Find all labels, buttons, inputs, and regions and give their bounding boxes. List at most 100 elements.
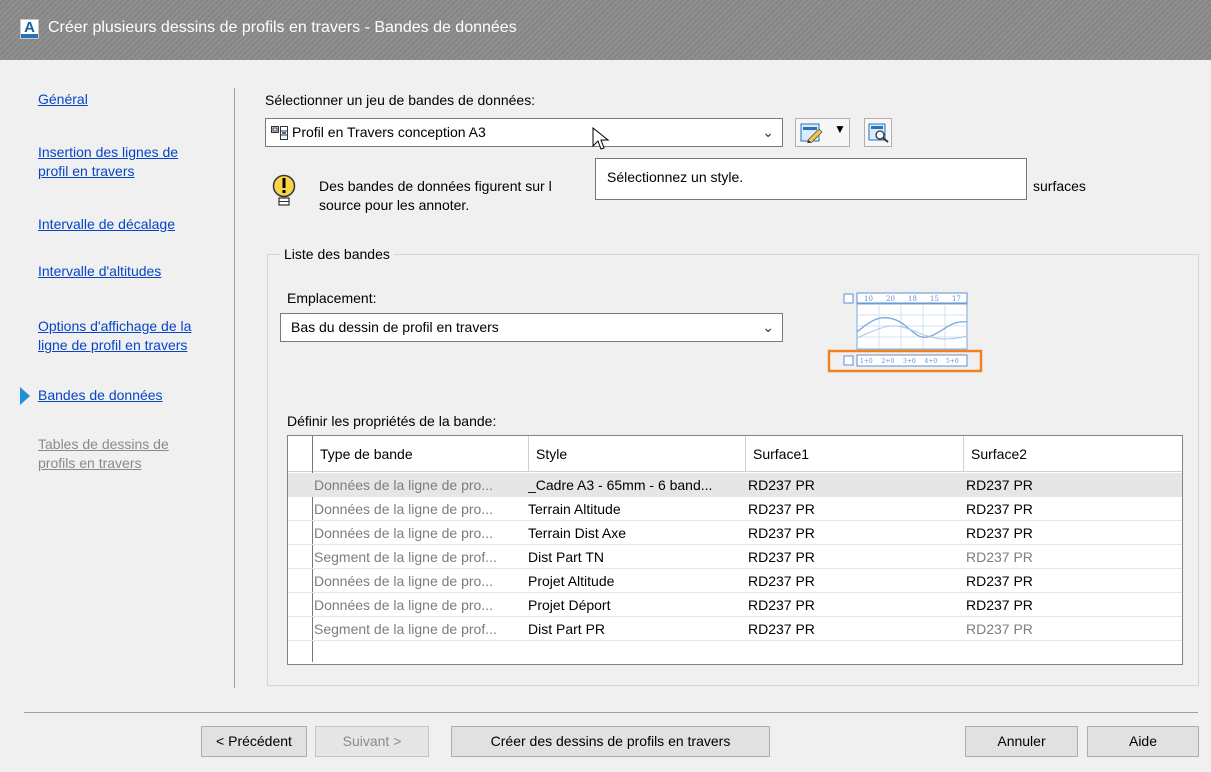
column-header-surface1[interactable]: Surface1 xyxy=(745,436,963,472)
cell-surface2[interactable]: RD237 PR xyxy=(966,545,1180,569)
footer-divider xyxy=(24,712,1198,713)
column-header-type[interactable]: Type de bande xyxy=(312,436,528,472)
preview-bottom-value: 4+0 xyxy=(925,358,938,365)
cell-style[interactable]: Dist Part PR xyxy=(528,617,743,641)
column-header-surface2[interactable]: Surface2 xyxy=(963,436,1182,472)
nav-item-1[interactable]: Insertion des lignes de profil en travers xyxy=(38,143,228,181)
preview-top-value: 20 xyxy=(886,295,895,303)
nav-item-label: Tables de dessins de xyxy=(38,436,169,452)
cell-surface2[interactable]: RD237 PR xyxy=(966,521,1180,545)
cell-style[interactable]: Dist Part TN xyxy=(528,545,743,569)
table-row[interactable]: Segment de la ligne de prof... Dist Part … xyxy=(288,617,1182,641)
cancel-button[interactable]: Annuler xyxy=(965,726,1078,757)
window-title: Créer plusieurs dessins de profils en tr… xyxy=(48,19,517,36)
nav-item-6: Tables de dessins de profils en travers xyxy=(38,435,228,473)
table-row[interactable]: Segment de la ligne de prof... Dist Part … xyxy=(288,545,1182,569)
back-button[interactable]: < Précédent xyxy=(201,726,307,757)
bandset-value: Profil en Travers conception A3 xyxy=(292,124,486,140)
chevron-down-icon: ⌄ xyxy=(762,124,774,140)
nav-item-2[interactable]: Intervalle de décalage xyxy=(38,215,228,234)
edit-style-dropdown-button[interactable]: ▼ xyxy=(795,118,850,147)
cell-surface1[interactable]: RD237 PR xyxy=(748,593,962,617)
preview-style-button[interactable] xyxy=(864,118,892,147)
preview-top-value: 18 xyxy=(908,295,917,303)
cell-band-type[interactable]: Segment de la ligne de prof... xyxy=(314,545,526,569)
cell-style[interactable]: _Cadre A3 - 65mm - 6 band... xyxy=(528,473,743,497)
band-location-preview: 10 20 18 15 17 1+0 2+0 3+0 4+0 5+0 xyxy=(827,292,983,373)
cell-style[interactable]: Projet Altitude xyxy=(528,569,743,593)
edit-style-icon xyxy=(800,123,823,143)
info-text-line1: Des bandes de données figurent sur l xyxy=(319,178,552,194)
next-button[interactable]: Suivant > xyxy=(315,726,429,757)
active-step-arrow-icon xyxy=(20,387,30,405)
cell-surface1[interactable]: RD237 PR xyxy=(748,473,962,497)
table-row[interactable]: Données de la ligne de pro... Terrain Alt… xyxy=(288,497,1182,521)
nav-item-label: Options d'affichage de la xyxy=(38,318,192,334)
table-row[interactable]: Données de la ligne de pro... Projet Alti… xyxy=(288,569,1182,593)
preview-top-value: 15 xyxy=(930,295,939,303)
cell-surface2[interactable]: RD237 PR xyxy=(966,497,1180,521)
magnifier-preview-icon xyxy=(868,123,889,143)
location-combo[interactable]: Bas du dessin de profil en travers ⌄ xyxy=(280,313,783,342)
nav-item-label: Bandes de données xyxy=(38,387,163,403)
cell-style[interactable]: Terrain Altitude xyxy=(528,497,743,521)
autocad-app-icon: A xyxy=(20,19,39,39)
nav-item-label: Intervalle de décalage xyxy=(38,216,175,232)
title-bar: A Créer plusieurs dessins de profils en … xyxy=(0,0,1211,60)
info-text-line1-end: surfaces xyxy=(1033,178,1086,194)
nav-item-label: Intervalle d'altitudes xyxy=(38,263,162,279)
nav-item-label: profil en travers xyxy=(38,163,135,179)
cell-band-type[interactable]: Données de la ligne de pro... xyxy=(314,521,526,545)
location-label: Emplacement: xyxy=(287,290,377,306)
help-button[interactable]: Aide xyxy=(1087,726,1199,757)
chevron-down-icon: ⌄ xyxy=(762,319,774,335)
preview-bottom-value: 2+0 xyxy=(882,358,895,365)
cell-surface2[interactable]: RD237 PR xyxy=(966,569,1180,593)
info-text-line2: source pour les annoter. xyxy=(319,197,470,213)
nav-item-0[interactable]: Général xyxy=(38,90,228,109)
table-row[interactable]: Données de la ligne de pro... _Cadre A3 -… xyxy=(288,473,1182,497)
cell-surface1[interactable]: RD237 PR xyxy=(748,497,962,521)
cell-surface1[interactable]: RD237 PR xyxy=(748,545,962,569)
band-set-icon xyxy=(271,126,288,140)
preview-top-value: 17 xyxy=(952,295,961,303)
cell-style[interactable]: Projet Déport xyxy=(528,593,743,617)
location-value: Bas du dessin de profil en travers xyxy=(291,319,499,335)
app-icon-letter: A xyxy=(24,19,35,36)
preview-top-value: 10 xyxy=(864,295,873,303)
cell-surface2[interactable]: RD237 PR xyxy=(966,593,1180,617)
bandset-label: Sélectionner un jeu de bandes de données… xyxy=(265,92,536,108)
triangle-down-icon: ▼ xyxy=(834,122,846,136)
cell-surface2[interactable]: RD237 PR xyxy=(966,617,1180,641)
tooltip: Sélectionnez un style. xyxy=(595,158,1027,200)
preview-bottom-value: 5+0 xyxy=(946,358,959,365)
nav-item-4[interactable]: Options d'affichage de la ligne de profil… xyxy=(38,317,228,355)
column-header-style[interactable]: Style xyxy=(528,436,745,472)
cell-surface1[interactable]: RD237 PR xyxy=(748,617,962,641)
nav-item-label: ligne de profil en travers xyxy=(38,337,188,353)
cell-band-type[interactable]: Données de la ligne de pro... xyxy=(314,593,526,617)
mouse-cursor-icon xyxy=(592,127,610,150)
cell-band-type[interactable]: Données de la ligne de pro... xyxy=(314,497,526,521)
preview-bottom-value: 1+0 xyxy=(860,358,873,365)
cell-band-type[interactable]: Données de la ligne de pro... xyxy=(314,569,526,593)
table-row[interactable]: Données de la ligne de pro... Terrain Dis… xyxy=(288,521,1182,545)
warning-bulb-icon xyxy=(272,174,296,206)
cell-band-type[interactable]: Données de la ligne de pro... xyxy=(314,473,526,497)
cell-surface1[interactable]: RD237 PR xyxy=(748,569,962,593)
cell-surface1[interactable]: RD237 PR xyxy=(748,521,962,545)
preview-bottom-value: 3+0 xyxy=(903,358,916,365)
grid-label: Définir les propriétés de la bande: xyxy=(287,413,497,429)
table-row[interactable]: Données de la ligne de pro... Projet Dépo… xyxy=(288,593,1182,617)
nav-item-5[interactable]: Bandes de données xyxy=(38,386,228,405)
nav-item-label: Général xyxy=(38,91,88,107)
cell-band-type[interactable]: Segment de la ligne de prof... xyxy=(314,617,526,641)
band-properties-grid[interactable]: Type de bande Style Surface1 Surface2 Do… xyxy=(287,435,1183,665)
nav-item-3[interactable]: Intervalle d'altitudes xyxy=(38,262,228,281)
nav-item-label: profils en travers xyxy=(38,455,142,471)
tooltip-text: Sélectionnez un style. xyxy=(607,169,744,185)
cell-surface2[interactable]: RD237 PR xyxy=(966,473,1180,497)
bandset-combo[interactable]: Profil en Travers conception A3 ⌄ xyxy=(265,118,783,147)
cell-style[interactable]: Terrain Dist Axe xyxy=(528,521,743,545)
create-profiles-button[interactable]: Créer des dessins de profils en travers xyxy=(451,726,770,757)
